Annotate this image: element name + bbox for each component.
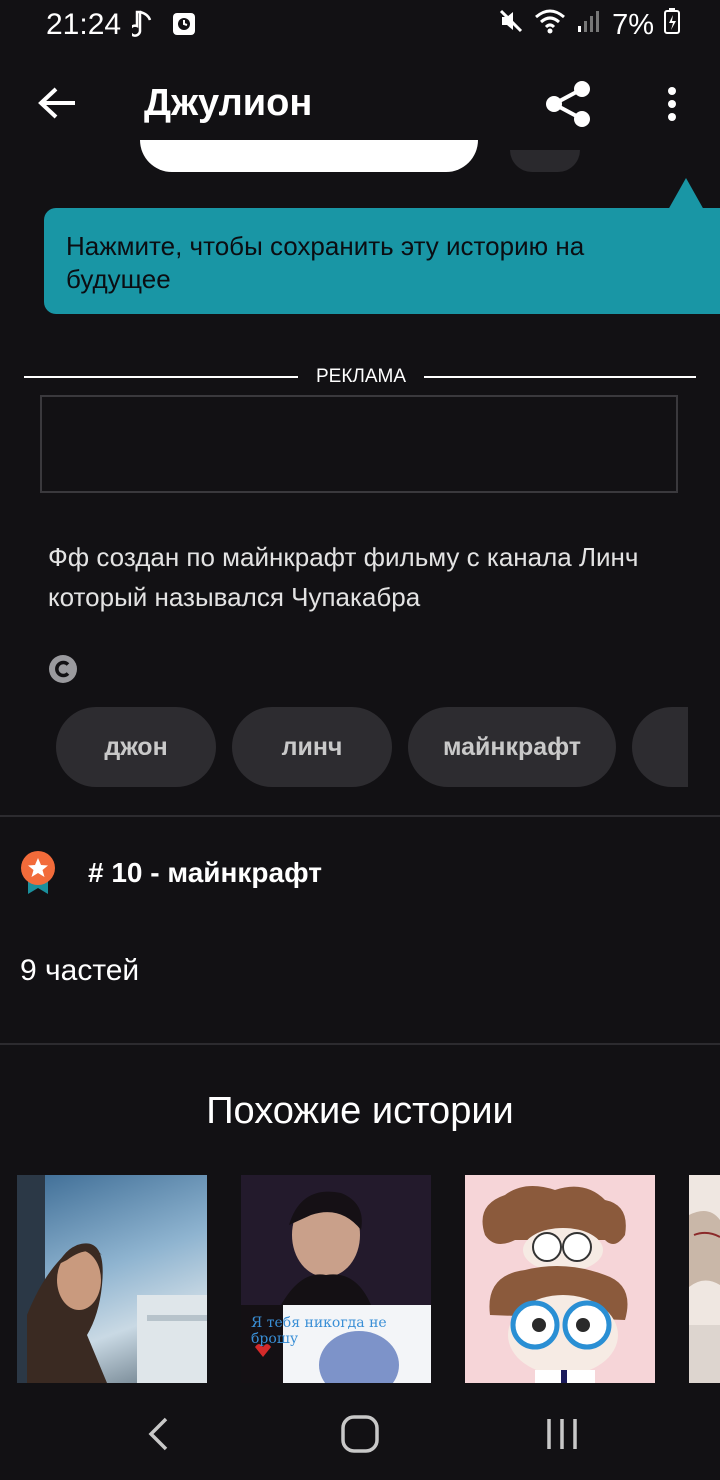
ad-divider-left	[24, 376, 298, 378]
battery-percent: 7%	[612, 8, 654, 41]
ranking-badge-icon	[20, 850, 56, 896]
more-vert-icon	[667, 86, 677, 127]
ad-label: РЕКЛАМА	[315, 366, 407, 387]
copyright-icon[interactable]	[48, 654, 78, 684]
story-cover[interactable]: Я тебя никогда не брошу	[241, 1175, 431, 1383]
tags-row: джон линч майнкрафт	[0, 700, 688, 800]
nav-back-button[interactable]	[128, 1404, 188, 1464]
battery-icon	[664, 8, 680, 42]
parts-count[interactable]: 9 частей	[20, 954, 139, 988]
ranking-link[interactable]: # 10 - майнкрафт	[88, 857, 322, 889]
tag-chip[interactable]: джон	[56, 707, 216, 787]
cover-overlay-text: Я тебя никогда не брошу	[251, 1315, 387, 1347]
story-cover[interactable]	[689, 1175, 720, 1383]
ad-container[interactable]	[40, 395, 678, 493]
tooltip-arrow	[668, 178, 704, 210]
status-time: 21:24	[46, 8, 122, 41]
story-cover[interactable]	[17, 1175, 207, 1383]
tag-chip[interactable]: майнкрафт	[408, 707, 616, 787]
section-divider	[0, 815, 720, 817]
page-title: Джулион	[144, 82, 313, 124]
signal-icon	[576, 8, 602, 42]
mute-icon	[498, 8, 524, 42]
story-cover[interactable]	[465, 1175, 655, 1383]
section-divider	[0, 1043, 720, 1045]
tag-chip[interactable]: линч	[232, 707, 392, 787]
nav-recents-button[interactable]	[532, 1404, 592, 1464]
similar-stories-title: Похожие истории	[206, 1090, 514, 1132]
nav-home-button[interactable]	[330, 1404, 390, 1464]
music-note-icon	[128, 10, 154, 43]
tooltip-text: Нажмите, чтобы сохранить эту историю на …	[66, 231, 585, 294]
share-button[interactable]	[540, 78, 596, 134]
wifi-icon	[534, 8, 566, 42]
more-options-button[interactable]	[650, 80, 694, 132]
story-description: Фф создан по майнкрафт фильму с канала Л…	[48, 542, 639, 612]
partial-read-button[interactable]	[140, 140, 478, 172]
video-app-icon	[172, 12, 196, 41]
arrow-back-icon	[37, 86, 77, 125]
back-button[interactable]	[32, 80, 82, 130]
partial-add-button[interactable]	[510, 150, 580, 172]
ad-divider-right	[424, 376, 696, 378]
tag-chip[interactable]	[632, 707, 688, 787]
share-icon	[543, 79, 593, 134]
